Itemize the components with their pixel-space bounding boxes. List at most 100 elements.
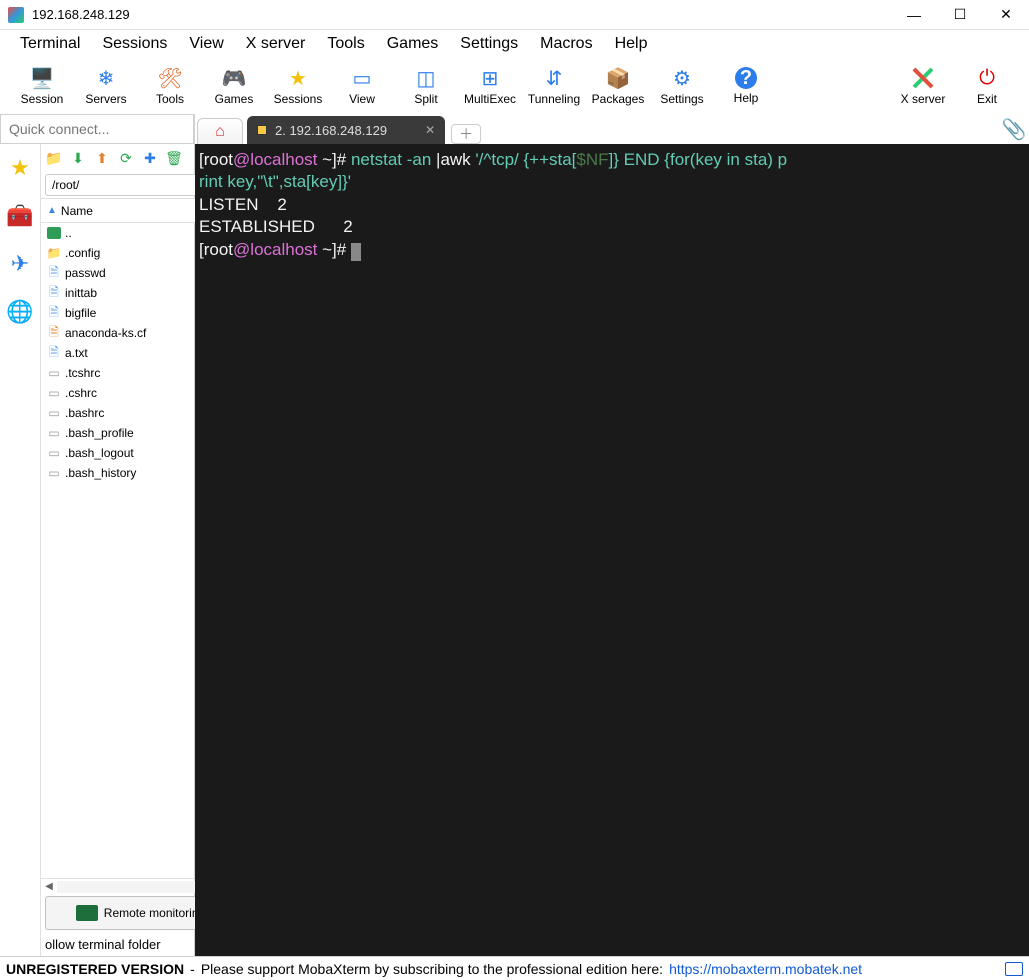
cursor-icon: [351, 243, 361, 261]
tool-split[interactable]: ◫Split: [394, 60, 458, 112]
sftp-download-icon[interactable]: ⬇: [69, 149, 87, 167]
term-awk2: ]} END {for(key in sta) p: [609, 150, 788, 169]
file-name: ..: [65, 226, 72, 240]
tab-tools-side[interactable]: 🧰: [0, 196, 40, 236]
session-icon: 🖥️: [30, 66, 54, 90]
attachment-icon[interactable]: 📎: [999, 114, 1029, 144]
monitor-status-icon[interactable]: [1005, 962, 1023, 976]
tool-packages-label: Packages: [592, 92, 645, 106]
menu-view[interactable]: View: [179, 31, 233, 57]
tab-close-icon[interactable]: ✕: [425, 123, 435, 137]
tab-macros-side[interactable]: ✈: [0, 244, 40, 284]
term-nf: $NF: [576, 150, 608, 169]
file-icon: ▭: [47, 426, 61, 440]
tool-packages[interactable]: 📦 Packages: [586, 60, 650, 112]
term-line3: LISTEN 2: [199, 195, 287, 214]
unregistered-label: UNREGISTERED VERSION: [6, 961, 184, 977]
file-icon: ▭: [47, 466, 61, 480]
close-button[interactable]: ✕: [983, 0, 1029, 30]
term-line2: rint key,"\t",sta[key]}': [199, 172, 351, 191]
col-name: Name: [61, 204, 93, 218]
menu-games[interactable]: Games: [377, 31, 449, 57]
content-area: ★ 🧰 ✈ 🌐 📁 ⬇ ⬆ ⟳ ✚ 🗑 ✓: [0, 114, 1029, 956]
tool-session-label: Session: [21, 92, 64, 106]
file-name: .cshrc: [65, 386, 97, 400]
file-icon: ▭: [47, 406, 61, 420]
window-title: 192.168.248.129: [32, 7, 891, 22]
tool-servers[interactable]: ❄ Servers: [74, 60, 138, 112]
tool-multiexec[interactable]: ⊞ MultiExec: [458, 60, 522, 112]
tool-tunneling[interactable]: ⇵ Tunneling: [522, 60, 586, 112]
file-name: anaconda-ks.cf: [65, 326, 146, 340]
menu-help[interactable]: Help: [605, 31, 658, 57]
menu-settings[interactable]: Settings: [450, 31, 528, 57]
file-name: .config: [65, 246, 100, 260]
sftp-path-input[interactable]: [45, 174, 214, 196]
remote-monitoring-label: Remote monitoring: [104, 906, 205, 920]
exit-icon: ⏻: [975, 66, 999, 90]
sftp-refresh-icon[interactable]: ⟳: [117, 149, 135, 167]
session-tab-label: 2. 192.168.248.129: [275, 123, 387, 138]
tool-view[interactable]: ▭ View: [330, 60, 394, 112]
quick-connect-input[interactable]: [0, 114, 194, 144]
tool-sessions[interactable]: ★Sessions: [266, 60, 330, 112]
menu-tools[interactable]: Tools: [317, 31, 374, 57]
tool-help[interactable]: ?Help: [714, 60, 778, 112]
title-bar: 192.168.248.129 — ☐ ✕: [0, 0, 1029, 30]
term-arg: -an: [407, 150, 436, 169]
left-body: ★ 🧰 ✈ 🌐 📁 ⬇ ⬆ ⟳ ✚ 🗑 ✓: [0, 144, 194, 956]
tunneling-icon: ⇵: [542, 66, 566, 90]
home-tab[interactable]: ⌂: [197, 118, 243, 144]
tool-settings[interactable]: ⚙Settings: [650, 60, 714, 112]
multiexec-icon: ⊞: [478, 66, 502, 90]
sftp-delete-icon[interactable]: 🗑: [165, 149, 183, 167]
servers-icon: ❄: [94, 66, 118, 90]
view-icon: ▭: [350, 66, 374, 90]
tool-tunneling-label: Tunneling: [528, 92, 580, 106]
tool-settings-label: Settings: [660, 92, 703, 106]
tool-session[interactable]: 🖥️ Session: [10, 60, 74, 112]
tool-games[interactable]: 🎮Games: [202, 60, 266, 112]
scroll-left-icon[interactable]: ◀: [41, 881, 57, 892]
tool-games-label: Games: [215, 92, 254, 106]
tool-multiexec-label: MultiExec: [464, 92, 516, 106]
term-awk1: '/^tcp/ {++sta[: [475, 150, 576, 169]
footer-link[interactable]: https://mobaxterm.mobatek.net: [669, 961, 862, 977]
terminal-output[interactable]: [root@localhost ~]# netstat -an |awk '/^…: [195, 144, 1029, 956]
file-name: .bash_history: [65, 466, 136, 480]
tool-tools[interactable]: 🛠Tools: [138, 60, 202, 112]
menu-sessions[interactable]: Sessions: [92, 31, 177, 57]
menu-xserver[interactable]: X server: [236, 31, 316, 57]
tool-servers-label: Servers: [85, 92, 126, 106]
file-name: a.txt: [65, 346, 88, 360]
term-at2: @: [233, 240, 250, 259]
maximize-button[interactable]: ☐: [937, 0, 983, 30]
tool-help-label: Help: [734, 91, 759, 105]
tab-bar: ⌂ 2. 192.168.248.129 ✕ ＋ 📎: [195, 114, 1029, 144]
tool-xserver[interactable]: X server: [891, 60, 955, 112]
monitor-icon: [76, 905, 98, 921]
side-tabs: ★ 🧰 ✈ 🌐: [0, 144, 41, 956]
split-icon: ◫: [414, 66, 438, 90]
packages-icon: 📦: [606, 66, 630, 90]
term-line4: ESTABLISHED 2: [199, 217, 353, 236]
sftp-newfolder-icon[interactable]: ✚: [141, 149, 159, 167]
menu-terminal[interactable]: Terminal: [10, 31, 90, 57]
menu-bar: Terminal Sessions View X server Tools Ga…: [0, 30, 1029, 58]
session-tab[interactable]: 2. 192.168.248.129 ✕: [247, 116, 445, 144]
sftp-upload-icon[interactable]: ⬆: [93, 149, 111, 167]
tab-favorites[interactable]: ★: [0, 148, 40, 188]
tool-exit[interactable]: ⏻Exit: [955, 60, 1019, 112]
term-pipe: |awk: [436, 150, 475, 169]
new-tab-button[interactable]: ＋: [451, 124, 481, 144]
term-path: ~]#: [317, 150, 351, 169]
minimize-button[interactable]: —: [891, 0, 937, 30]
term-user: root: [204, 150, 233, 169]
file-name: .bash_profile: [65, 426, 134, 440]
file-name: passwd: [65, 266, 106, 280]
sftp-folder-icon[interactable]: 📁: [45, 149, 63, 167]
tab-sftp-side[interactable]: 🌐: [0, 292, 40, 332]
file-name: .tcshrc: [65, 366, 100, 380]
tool-view-label: View: [349, 92, 375, 106]
menu-macros[interactable]: Macros: [530, 31, 602, 57]
